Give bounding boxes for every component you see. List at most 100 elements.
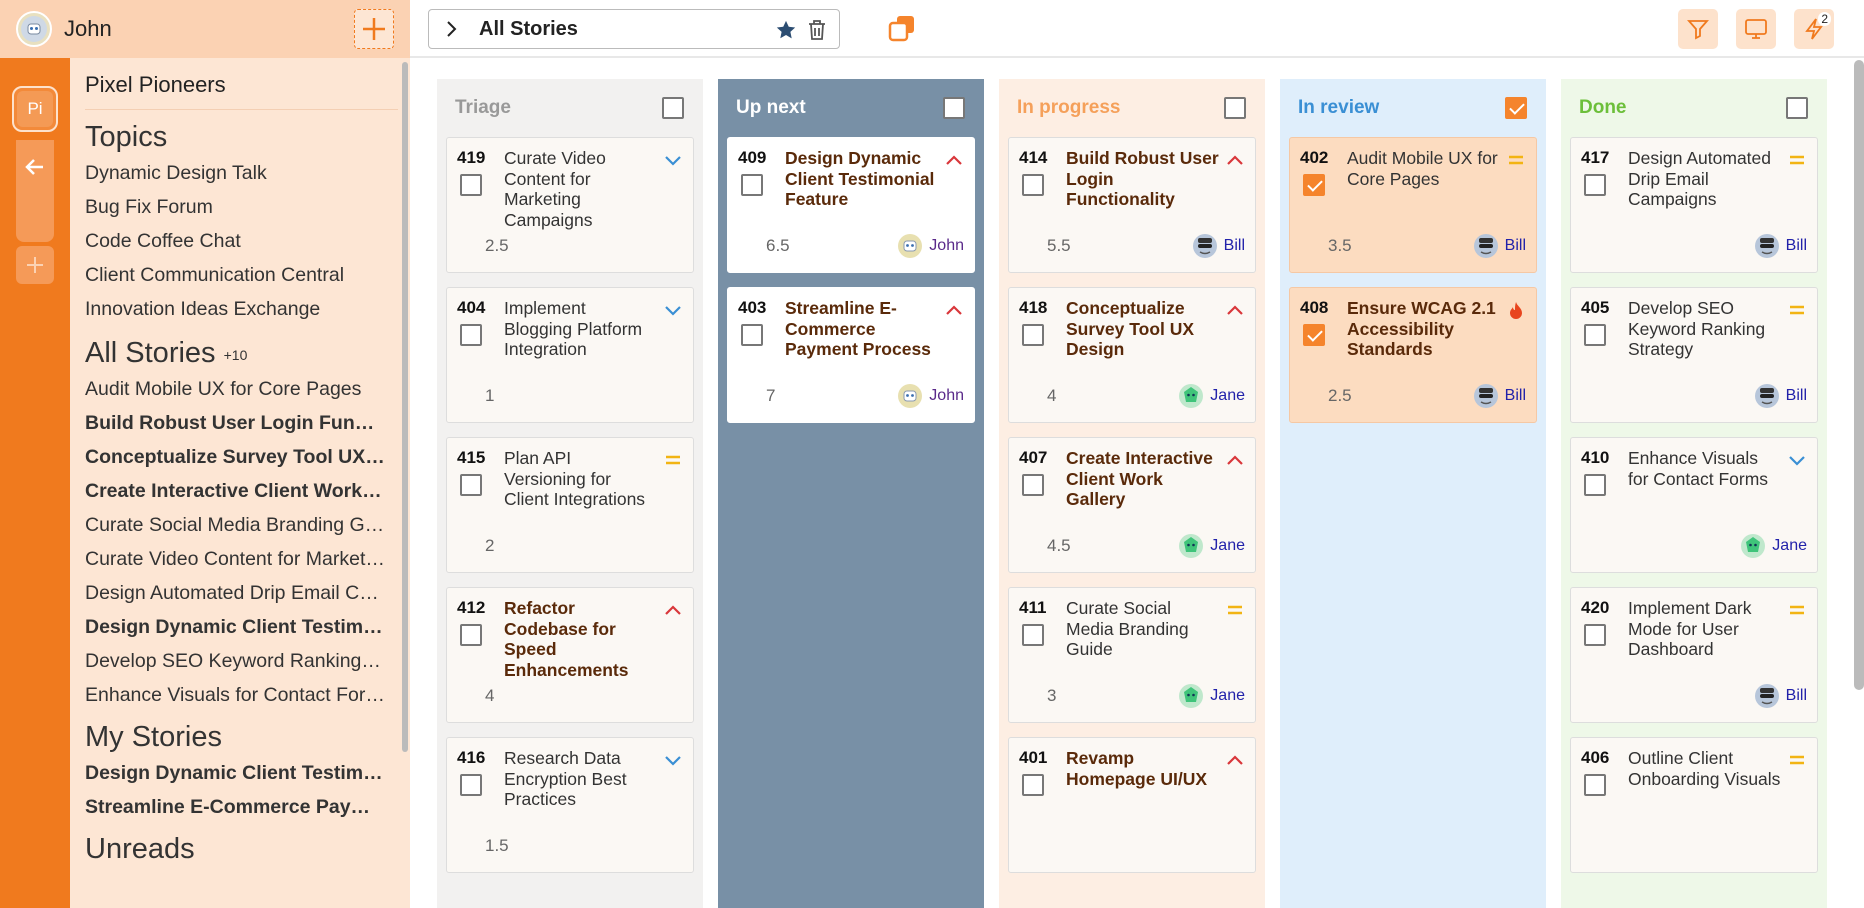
story-assignee[interactable]: Bill xyxy=(1192,233,1245,259)
trash-icon[interactable] xyxy=(807,19,827,41)
story-assignee[interactable]: Bill xyxy=(1473,383,1526,409)
priority-high-icon[interactable] xyxy=(1225,150,1245,170)
story-card[interactable]: 404 Implement Blogging Platform Integrati… xyxy=(446,287,694,423)
story-assignee[interactable]: Bill xyxy=(1473,233,1526,259)
workspace-switcher[interactable]: Pi xyxy=(12,86,58,132)
story-card[interactable]: 408 Ensure WCAG 2.1 Accessibility Standar… xyxy=(1289,287,1537,423)
story-assignee[interactable]: John xyxy=(897,233,964,259)
priority-low-icon[interactable] xyxy=(663,150,683,170)
column-select-checkbox[interactable] xyxy=(1505,97,1527,119)
priority-low-icon[interactable] xyxy=(1787,450,1807,470)
story-checkbox[interactable] xyxy=(1022,774,1044,796)
story-card[interactable]: 417 Design Automated Drip Email Campaigns… xyxy=(1570,137,1818,273)
story-checkbox[interactable] xyxy=(1303,324,1325,346)
priority-urgent-icon[interactable] xyxy=(1506,300,1526,320)
priority-high-icon[interactable] xyxy=(944,150,964,170)
story-card[interactable]: 407 Create Interactive Client Work Galler… xyxy=(1008,437,1256,573)
story-assignee[interactable]: Jane xyxy=(1740,533,1807,559)
story-assignee[interactable]: Jane xyxy=(1178,533,1245,559)
story-assignee[interactable]: Bill xyxy=(1754,233,1807,259)
story-assignee[interactable]: Bill xyxy=(1754,383,1807,409)
sidebar-story-item[interactable]: Develop SEO Keyword Ranking Strategy xyxy=(85,644,385,678)
sidebar-story-item[interactable]: Conceptualize Survey Tool UX Design xyxy=(85,440,385,474)
priority-high-icon[interactable] xyxy=(944,300,964,320)
board-scrollbar[interactable] xyxy=(1854,60,1864,690)
story-assignee[interactable]: Bill xyxy=(1754,683,1807,709)
star-icon[interactable] xyxy=(775,19,797,41)
story-card[interactable]: 403 Streamline E-Commerce Payment Process… xyxy=(727,287,975,423)
story-card[interactable]: 410 Enhance Visuals for Contact Forms Jane xyxy=(1570,437,1818,573)
story-card[interactable]: 415 Plan API Versioning for Client Integr… xyxy=(446,437,694,573)
sidebar-topic-item[interactable]: Client Communication Central xyxy=(85,258,385,292)
story-card[interactable]: 411 Curate Social Media Branding Guide 3 Ja… xyxy=(1008,587,1256,723)
story-card[interactable]: 416 Research Data Encryption Best Practic… xyxy=(446,737,694,873)
story-checkbox[interactable] xyxy=(460,174,482,196)
sidebar-topic-item[interactable]: Code Coffee Chat xyxy=(85,224,385,258)
back-arrow-button[interactable] xyxy=(16,148,54,186)
story-checkbox[interactable] xyxy=(741,324,763,346)
priority-medium-icon[interactable] xyxy=(1787,300,1807,320)
display-button[interactable] xyxy=(1736,9,1776,49)
sidebar-story-item[interactable]: Create Interactive Client Work Gallery xyxy=(85,474,385,508)
story-checkbox[interactable] xyxy=(460,624,482,646)
column-select-checkbox[interactable] xyxy=(662,97,684,119)
add-workspace-button[interactable] xyxy=(16,246,54,284)
sidebar-story-item[interactable]: Curate Social Media Branding Guide xyxy=(85,508,385,542)
priority-medium-icon[interactable] xyxy=(1225,600,1245,620)
priority-high-icon[interactable] xyxy=(1225,750,1245,770)
sidebar-story-item[interactable]: Build Robust User Login Functionality xyxy=(85,406,385,440)
org-name[interactable]: Pixel Pioneers xyxy=(85,58,398,110)
story-checkbox[interactable] xyxy=(1022,324,1044,346)
story-checkbox[interactable] xyxy=(1584,174,1606,196)
priority-low-icon[interactable] xyxy=(663,750,683,770)
story-card[interactable]: 418 Conceptualize Survey Tool UX Design 4 J… xyxy=(1008,287,1256,423)
sidebar-story-item[interactable]: Design Automated Drip Email Campaigns xyxy=(85,576,385,610)
story-checkbox[interactable] xyxy=(1022,624,1044,646)
story-checkbox[interactable] xyxy=(1584,624,1606,646)
story-card[interactable]: 401 Revamp Homepage UI/UX xyxy=(1008,737,1256,873)
sidebar-topic-item[interactable]: Dynamic Design Talk xyxy=(85,156,385,190)
sidebar-topic-item[interactable]: Innovation Ideas Exchange xyxy=(85,292,385,326)
view-selector[interactable]: All Stories xyxy=(428,9,840,49)
story-checkbox[interactable] xyxy=(1022,174,1044,196)
priority-medium-icon[interactable] xyxy=(1787,600,1807,620)
filter-button[interactable] xyxy=(1678,9,1718,49)
sidebar-story-item[interactable]: Audit Mobile UX for Core Pages xyxy=(85,372,385,406)
story-card[interactable]: 405 Develop SEO Keyword Ranking Strategy B… xyxy=(1570,287,1818,423)
story-checkbox[interactable] xyxy=(460,324,482,346)
priority-high-icon[interactable] xyxy=(1225,300,1245,320)
priority-medium-icon[interactable] xyxy=(1787,750,1807,770)
story-checkbox[interactable] xyxy=(460,474,482,496)
new-item-button[interactable] xyxy=(354,9,394,49)
story-checkbox[interactable] xyxy=(1584,474,1606,496)
chevron-right-icon[interactable] xyxy=(441,19,461,39)
story-card[interactable]: 409 Design Dynamic Client Testimonial Fea… xyxy=(727,137,975,273)
story-card[interactable]: 414 Build Robust User Login Functionality… xyxy=(1008,137,1256,273)
story-card[interactable]: 419 Curate Video Content for Marketing Ca… xyxy=(446,137,694,273)
story-assignee[interactable]: Jane xyxy=(1178,383,1245,409)
priority-medium-icon[interactable] xyxy=(1506,150,1526,170)
all-stories-more-count[interactable]: +10 xyxy=(224,347,248,363)
duplicate-icon[interactable] xyxy=(888,14,916,42)
story-assignee[interactable]: John xyxy=(897,383,964,409)
notifications-button[interactable]: 2 xyxy=(1794,9,1834,49)
sidebar-my-story-item[interactable]: Design Dynamic Client Testimonial Featur… xyxy=(85,756,385,790)
priority-medium-icon[interactable] xyxy=(663,450,683,470)
sidebar-my-story-item[interactable]: Streamline E-Commerce Payment Process xyxy=(85,790,385,824)
story-card[interactable]: 412 Refactor Codebase for Speed Enhanceme… xyxy=(446,587,694,723)
story-checkbox[interactable] xyxy=(741,174,763,196)
priority-low-icon[interactable] xyxy=(663,300,683,320)
priority-high-icon[interactable] xyxy=(663,600,683,620)
story-checkbox[interactable] xyxy=(1022,474,1044,496)
story-card[interactable]: 406 Outline Client Onboarding Visuals xyxy=(1570,737,1818,873)
sidebar-topic-item[interactable]: Bug Fix Forum xyxy=(85,190,385,224)
sidebar-story-item[interactable]: Design Dynamic Client Testimonial Featur… xyxy=(85,610,385,644)
column-select-checkbox[interactable] xyxy=(1786,97,1808,119)
priority-medium-icon[interactable] xyxy=(1787,150,1807,170)
story-assignee[interactable]: Jane xyxy=(1178,683,1245,709)
sidebar-scrollbar[interactable] xyxy=(402,62,408,752)
story-card[interactable]: 402 Audit Mobile UX for Core Pages 3.5 Bill xyxy=(1289,137,1537,273)
priority-high-icon[interactable] xyxy=(1225,450,1245,470)
story-checkbox[interactable] xyxy=(460,774,482,796)
story-card[interactable]: 420 Implement Dark Mode for User Dashboar… xyxy=(1570,587,1818,723)
